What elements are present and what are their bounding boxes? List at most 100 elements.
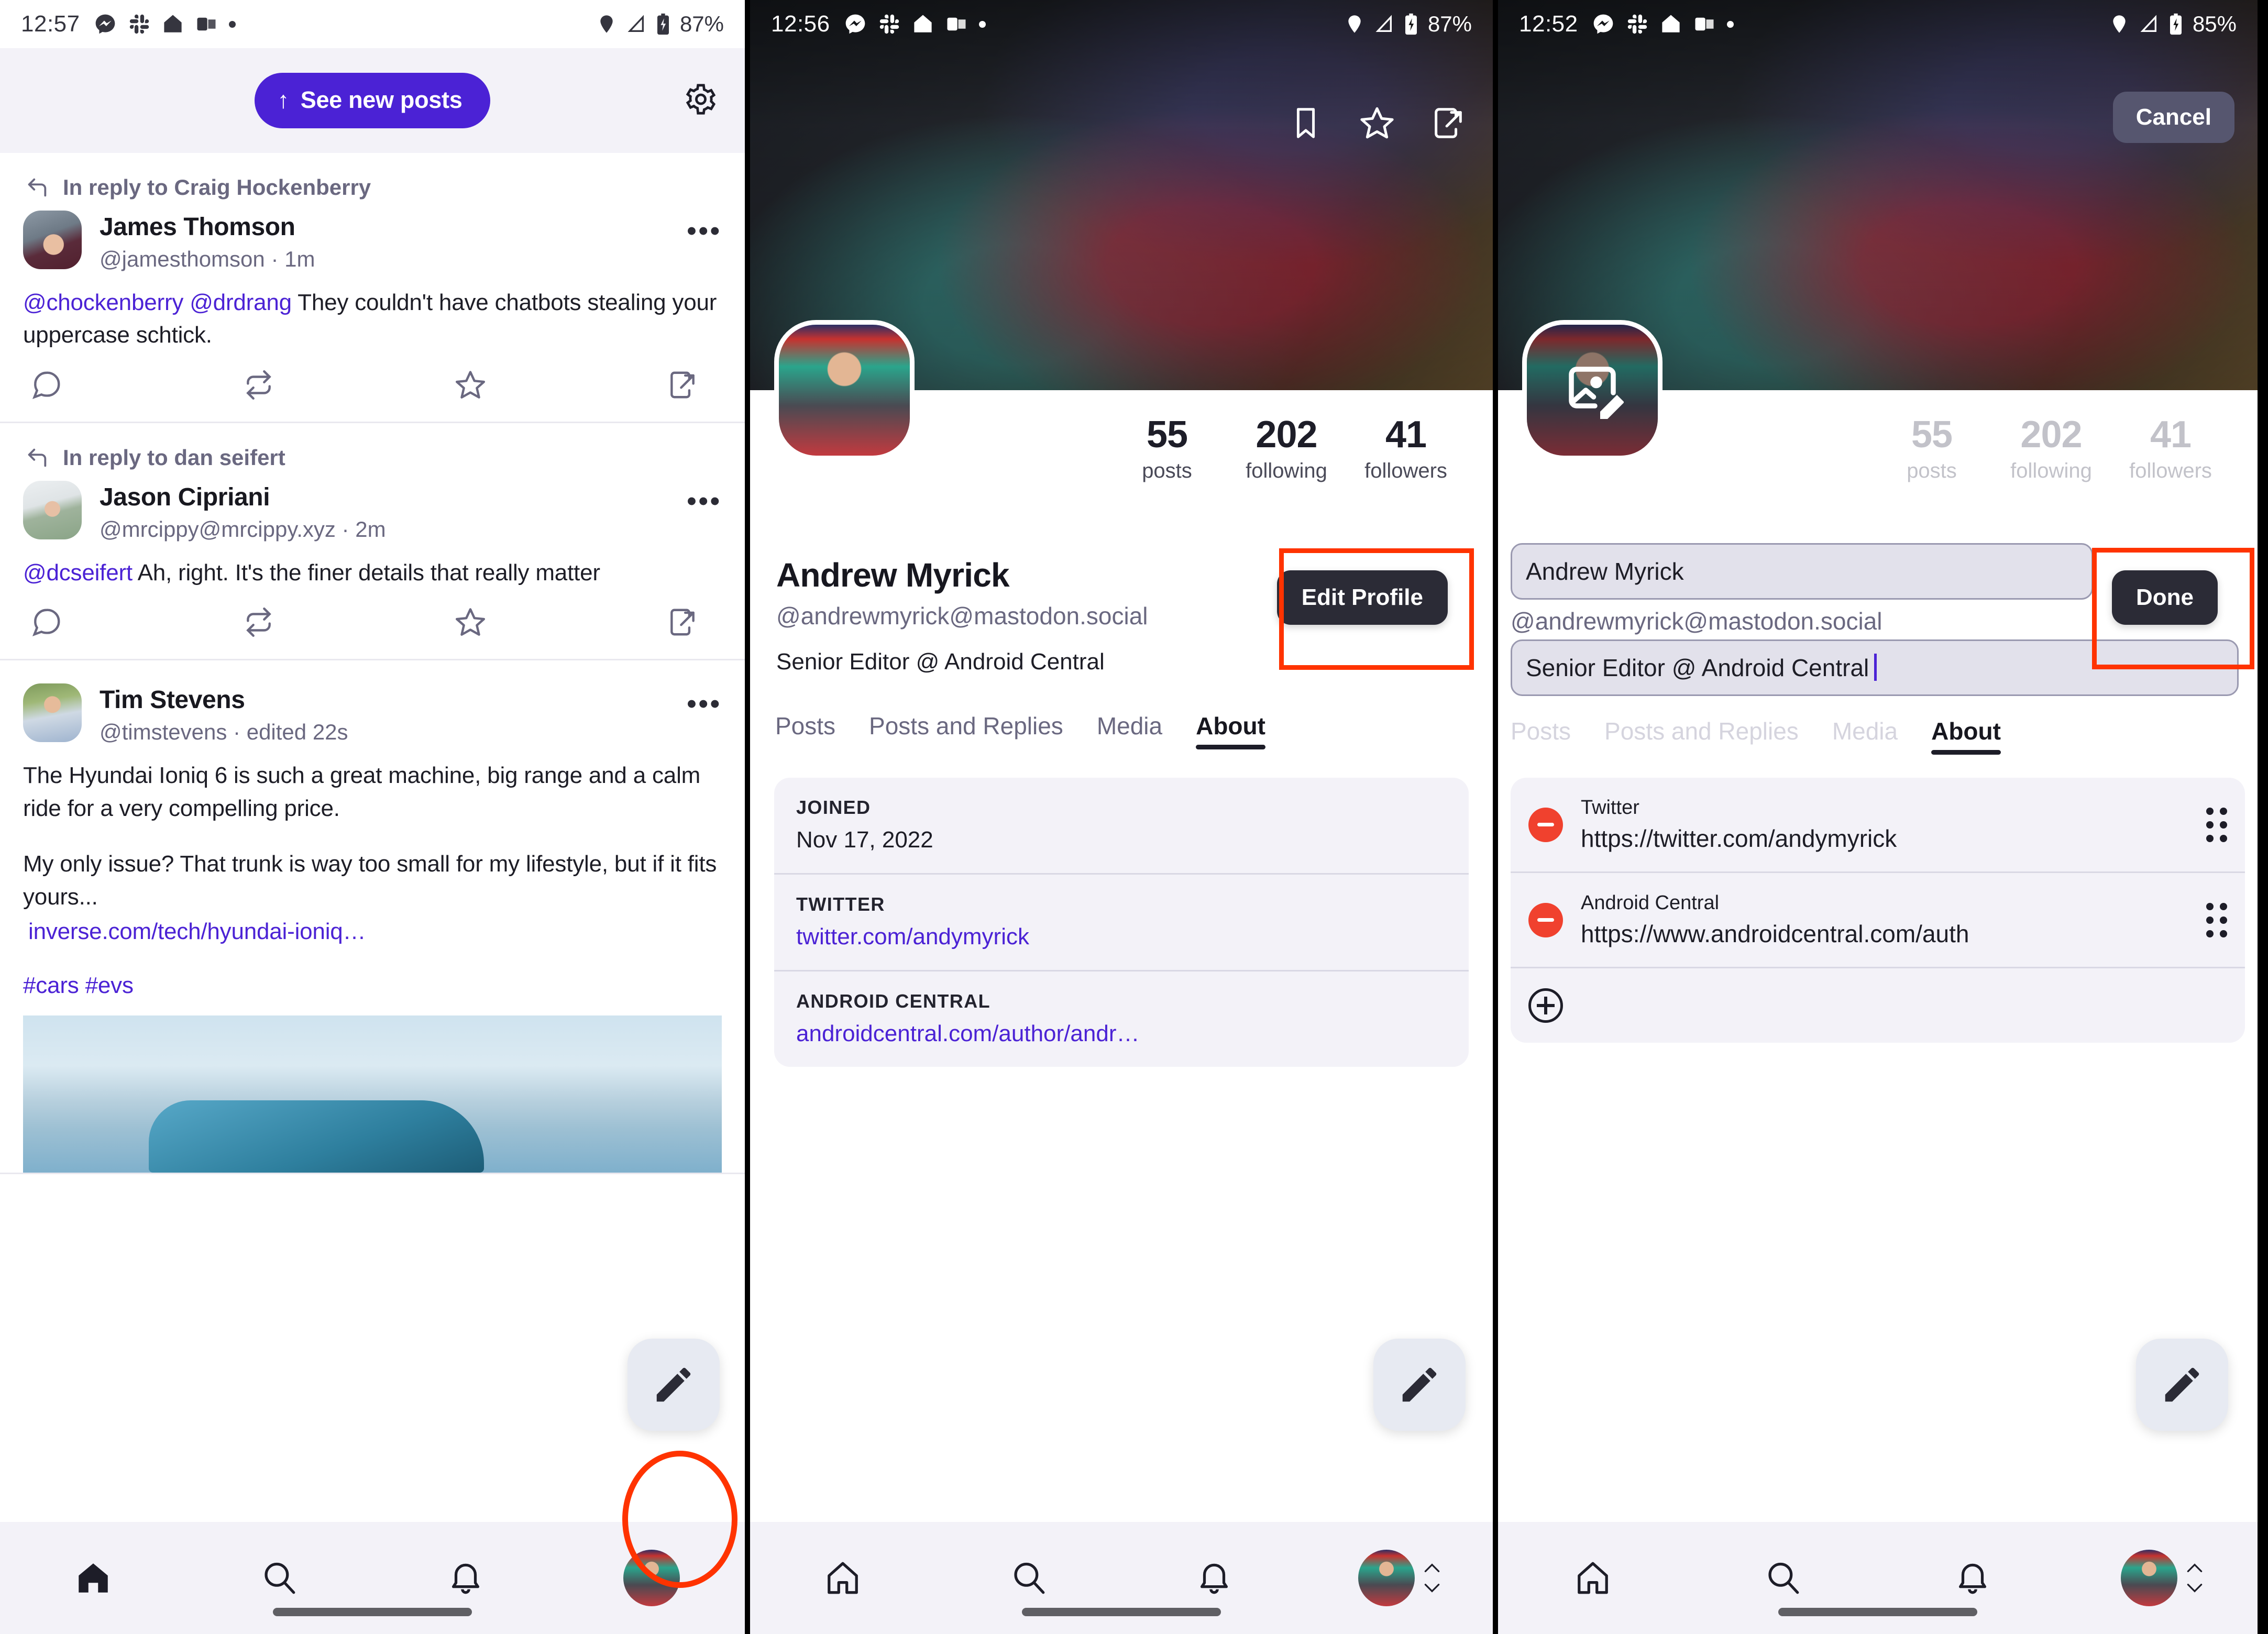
post-more-options-icon[interactable]: ••• bbox=[687, 211, 722, 245]
share-icon[interactable] bbox=[1430, 105, 1467, 144]
stat-posts: 55 posts bbox=[1872, 413, 1991, 483]
reply-arrow-icon bbox=[28, 178, 47, 197]
nav-profile[interactable] bbox=[1307, 1550, 1493, 1606]
tab-about[interactable]: About bbox=[1931, 717, 2034, 755]
profile-handle: @andrewmyrick@mastodon.social bbox=[1511, 608, 1882, 635]
nav-notifications[interactable] bbox=[372, 1559, 559, 1597]
boost-icon[interactable] bbox=[243, 606, 275, 641]
author-name[interactable]: Tim Stevens bbox=[100, 686, 669, 714]
bookmark-icon[interactable] bbox=[1287, 105, 1324, 144]
post-header: Jason Cipriani @mrcippy@mrcippy.xyz · 2m… bbox=[23, 480, 722, 542]
account-switch-chevrons-icon[interactable] bbox=[1422, 1562, 1442, 1594]
about-row-value[interactable]: androidcentral.com/author/andr… bbox=[796, 1021, 1447, 1047]
link-title[interactable]: Android Central bbox=[1581, 892, 2188, 914]
remove-link-icon[interactable] bbox=[1528, 902, 1563, 937]
signal-icon bbox=[2140, 15, 2156, 32]
profile-avatar[interactable] bbox=[1358, 1550, 1415, 1606]
boost-icon[interactable] bbox=[243, 369, 275, 404]
nav-notifications[interactable] bbox=[1878, 1559, 2068, 1597]
avatar[interactable] bbox=[23, 683, 82, 743]
see-new-posts-button[interactable]: ↑ See new posts bbox=[254, 73, 491, 128]
post-item[interactable]: In reply to Craig Hockenberry James Thom… bbox=[0, 153, 745, 423]
gesture-bar bbox=[273, 1608, 472, 1616]
drag-handle-icon[interactable] bbox=[2206, 902, 2227, 937]
compose-fab-button[interactable] bbox=[627, 1339, 720, 1431]
nav-search[interactable] bbox=[1688, 1559, 1878, 1597]
post-more-options-icon[interactable]: ••• bbox=[687, 481, 722, 515]
stat-posts[interactable]: 55 posts bbox=[1107, 413, 1227, 483]
profile-avatar[interactable] bbox=[774, 320, 915, 460]
nav-home[interactable] bbox=[750, 1559, 936, 1597]
tab-posts-and-replies[interactable]: Posts and Replies bbox=[1604, 717, 1832, 755]
post-author-block: Tim Stevens @timstevens · edited 22s bbox=[100, 683, 669, 745]
post-media-image[interactable] bbox=[23, 1015, 722, 1173]
text-caret bbox=[1874, 654, 1877, 681]
reply-icon[interactable] bbox=[30, 369, 63, 404]
tab-media[interactable]: Media bbox=[1097, 712, 1196, 749]
panel-divider bbox=[1493, 0, 1498, 1634]
stat-followers[interactable]: 41 followers bbox=[1346, 413, 1466, 483]
compose-fab-button[interactable] bbox=[1373, 1339, 1466, 1431]
avatar[interactable] bbox=[23, 211, 82, 269]
profile-avatar[interactable] bbox=[2120, 1550, 2177, 1606]
about-row-value: Nov 17, 2022 bbox=[796, 827, 933, 853]
author-name[interactable]: James Thomson bbox=[100, 213, 669, 241]
signal-icon bbox=[1375, 15, 1392, 32]
post-actions bbox=[23, 352, 722, 422]
tab-media[interactable]: Media bbox=[1832, 717, 1931, 755]
drag-handle-icon[interactable] bbox=[2206, 807, 2227, 842]
post-mentions[interactable]: @chockenberry @drdrang bbox=[23, 290, 292, 315]
separator-dot: · bbox=[271, 247, 279, 271]
post-paragraph-2: My only issue? That trunk is way too sma… bbox=[23, 851, 717, 910]
nav-search[interactable] bbox=[936, 1559, 1122, 1597]
nav-notifications[interactable] bbox=[1121, 1559, 1307, 1597]
about-row-twitter: TWITTER twitter.com/andymyrick bbox=[774, 875, 1469, 971]
compose-fab-button[interactable] bbox=[2136, 1339, 2228, 1431]
about-row-value[interactable]: twitter.com/andymyrick bbox=[796, 924, 1447, 950]
favorite-icon[interactable] bbox=[454, 369, 487, 404]
profile-display-name: Andrew Myrick bbox=[776, 556, 1010, 594]
favorite-star-icon[interactable] bbox=[1359, 105, 1395, 144]
post-mentions[interactable]: @dcseifert bbox=[23, 560, 133, 586]
nav-home[interactable] bbox=[1498, 1559, 1688, 1597]
profile-avatar-editable[interactable] bbox=[1522, 320, 1663, 460]
location-icon bbox=[600, 15, 613, 33]
link-url[interactable]: https://twitter.com/andymyrick bbox=[1581, 824, 2188, 853]
avatar-edit-overlay[interactable] bbox=[1527, 325, 1658, 456]
bottom-nav-bar[interactable] bbox=[1498, 1522, 2258, 1634]
remove-link-icon[interactable] bbox=[1528, 807, 1563, 842]
post-link[interactable]: inverse.com/tech/hyundai-ioniq… bbox=[23, 913, 722, 948]
share-icon[interactable] bbox=[666, 369, 699, 404]
author-name[interactable]: Jason Cipriani bbox=[100, 483, 669, 512]
stat-value: 41 bbox=[1385, 414, 1427, 456]
stat-following[interactable]: 202 following bbox=[1227, 413, 1346, 483]
nav-home[interactable] bbox=[0, 1559, 186, 1597]
gear-icon[interactable] bbox=[684, 83, 718, 119]
nav-search[interactable] bbox=[186, 1559, 373, 1597]
status-bar: 12:52 85% bbox=[1498, 0, 2258, 48]
tab-posts[interactable]: Posts bbox=[1511, 717, 1604, 755]
post-hashtags[interactable]: #cars #evs bbox=[23, 948, 722, 1002]
home-assistant-icon bbox=[913, 15, 932, 32]
favorite-icon[interactable] bbox=[454, 606, 487, 641]
add-link-row[interactable] bbox=[1511, 968, 2245, 1043]
post-item[interactable]: In reply to dan seifert Jason Cipriani @… bbox=[0, 423, 745, 661]
reply-icon[interactable] bbox=[30, 606, 63, 641]
link-url[interactable]: https://www.androidcentral.com/auth bbox=[1581, 920, 2188, 948]
avatar[interactable] bbox=[23, 480, 82, 539]
display-name-input[interactable]: Andrew Myrick bbox=[1511, 543, 2093, 600]
cancel-button[interactable]: Cancel bbox=[2112, 92, 2234, 143]
share-icon[interactable] bbox=[666, 606, 699, 641]
tab-posts[interactable]: Posts bbox=[775, 712, 869, 749]
separator-dot: · bbox=[233, 720, 241, 745]
plus-circle-icon[interactable] bbox=[1528, 988, 1563, 1023]
messenger-icon bbox=[1593, 14, 1613, 34]
bottom-nav-bar[interactable] bbox=[750, 1522, 1493, 1634]
post-more-options-icon[interactable]: ••• bbox=[687, 683, 722, 717]
tab-about[interactable]: About bbox=[1196, 712, 1299, 749]
tab-posts-and-replies[interactable]: Posts and Replies bbox=[869, 712, 1097, 749]
account-switch-chevrons-icon[interactable] bbox=[2185, 1562, 2205, 1594]
link-title[interactable]: Twitter bbox=[1581, 797, 2188, 819]
nav-profile[interactable] bbox=[2068, 1550, 2258, 1606]
post-item[interactable]: Tim Stevens @timstevens · edited 22s •••… bbox=[0, 660, 745, 1175]
